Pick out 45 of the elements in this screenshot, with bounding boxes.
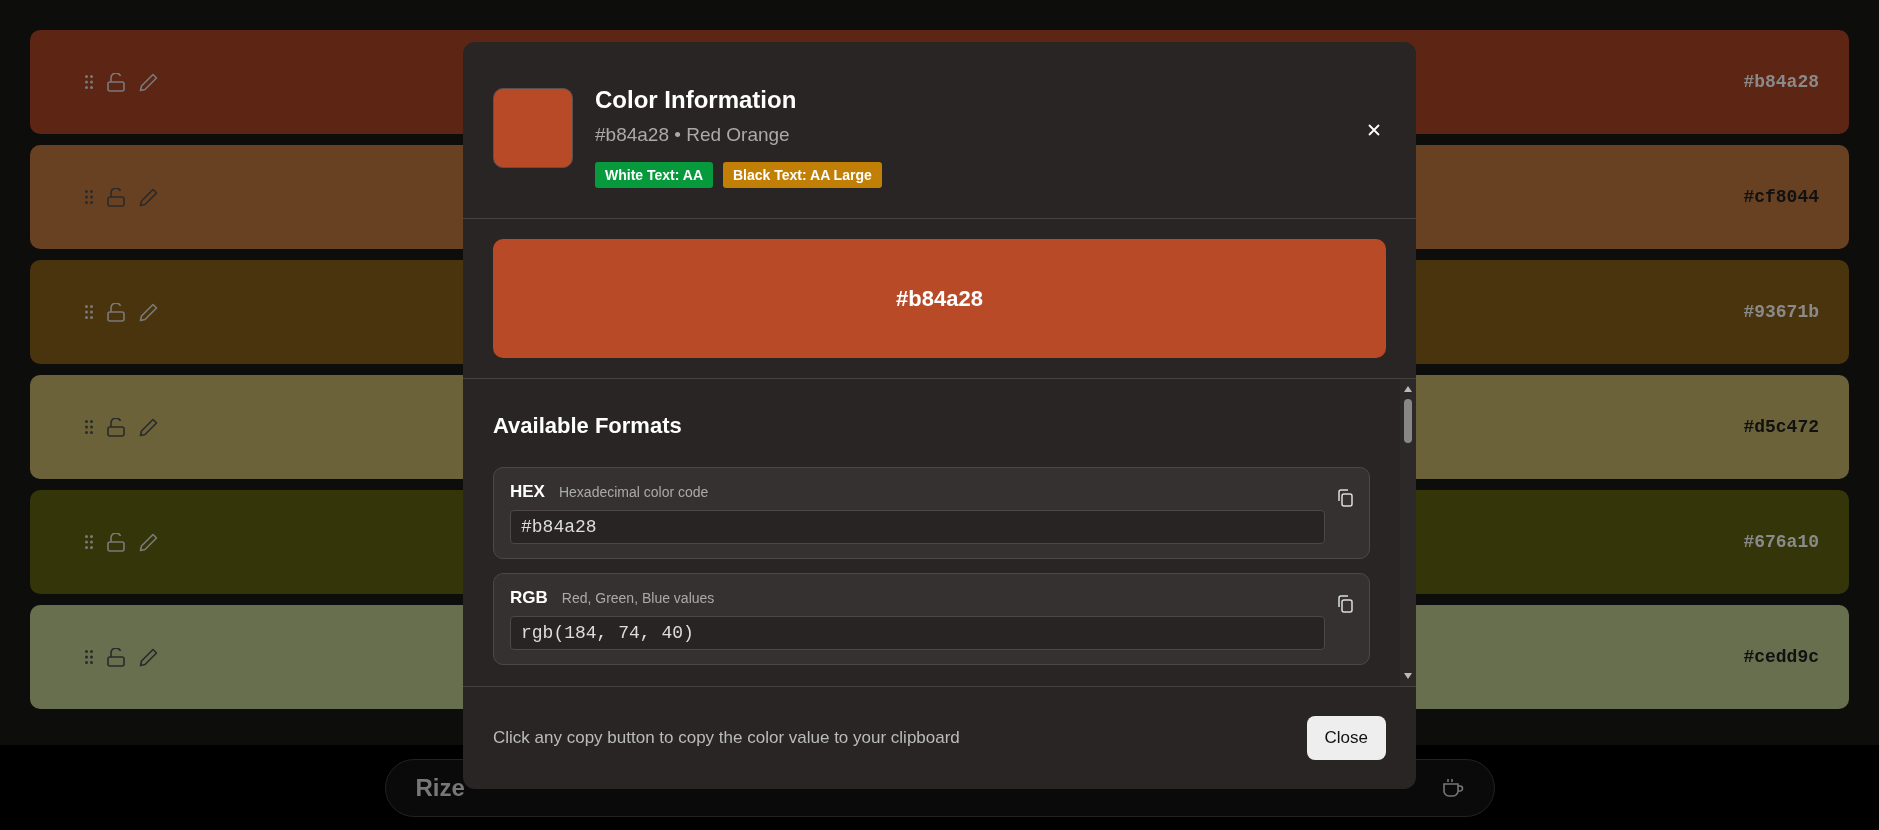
unlock-icon[interactable] xyxy=(107,532,125,552)
color-subtitle: #b84a28 • Red Orange xyxy=(595,124,791,146)
drag-handle-icon[interactable] xyxy=(85,650,93,664)
section-heading: Available Formats xyxy=(493,413,683,439)
drag-handle-icon[interactable] xyxy=(85,190,93,204)
drag-handle-icon[interactable] xyxy=(85,305,93,319)
drag-handle-icon[interactable] xyxy=(85,535,93,549)
hex-code: #b84a28 xyxy=(1743,72,1819,92)
unlock-icon[interactable] xyxy=(107,417,125,437)
dialog-title: Color Information xyxy=(595,86,798,114)
close-button[interactable]: Close xyxy=(1306,716,1386,760)
pencil-icon[interactable] xyxy=(139,187,158,207)
pencil-icon[interactable] xyxy=(139,417,158,437)
hex-code: #cf8044 xyxy=(1743,187,1819,207)
format-description: Hexadecimal color code xyxy=(558,484,709,500)
unlock-icon[interactable] xyxy=(107,187,125,207)
scroll-up-arrow-icon[interactable] xyxy=(1403,385,1413,393)
format-name: HEX xyxy=(510,482,545,502)
hex-code: #d5c472 xyxy=(1743,417,1819,437)
contrast-badge: Black Text: AA Large xyxy=(723,162,882,188)
unlock-icon[interactable] xyxy=(107,647,125,667)
copy-icon[interactable] xyxy=(1337,489,1353,507)
scroll-down-arrow-icon[interactable] xyxy=(1403,672,1413,680)
pencil-icon[interactable] xyxy=(139,72,158,92)
hex-code: #676a10 xyxy=(1743,532,1819,552)
hex-code: #93671b xyxy=(1743,302,1819,322)
pencil-icon[interactable] xyxy=(139,302,158,322)
format-description: Red, Green, Blue values xyxy=(561,590,715,606)
coffee-cup-icon[interactable] xyxy=(1441,777,1464,798)
value-field[interactable]: #b84a28 xyxy=(510,510,1325,544)
preview-hex-code: #b84a28 xyxy=(896,285,983,312)
pencil-icon[interactable] xyxy=(139,532,158,552)
copy-icon[interactable] xyxy=(1337,595,1353,613)
contrast-badge: White Text: AA xyxy=(595,162,713,188)
value-field[interactable]: rgb(184, 74, 40) xyxy=(510,616,1325,650)
unlock-icon[interactable] xyxy=(107,72,125,92)
drag-handle-icon[interactable] xyxy=(85,420,93,434)
pencil-icon[interactable] xyxy=(139,647,158,667)
format-name: RGB xyxy=(510,588,548,608)
hex-code: #cedd9c xyxy=(1743,647,1819,667)
scrollbar-thumb[interactable] xyxy=(1404,399,1412,443)
unlock-icon[interactable] xyxy=(107,302,125,322)
drag-handle-icon[interactable] xyxy=(85,75,93,89)
brand-name[interactable]: Rize xyxy=(415,773,465,802)
footer-hint: Click any copy button to copy the color value to your clipboard xyxy=(493,728,960,748)
